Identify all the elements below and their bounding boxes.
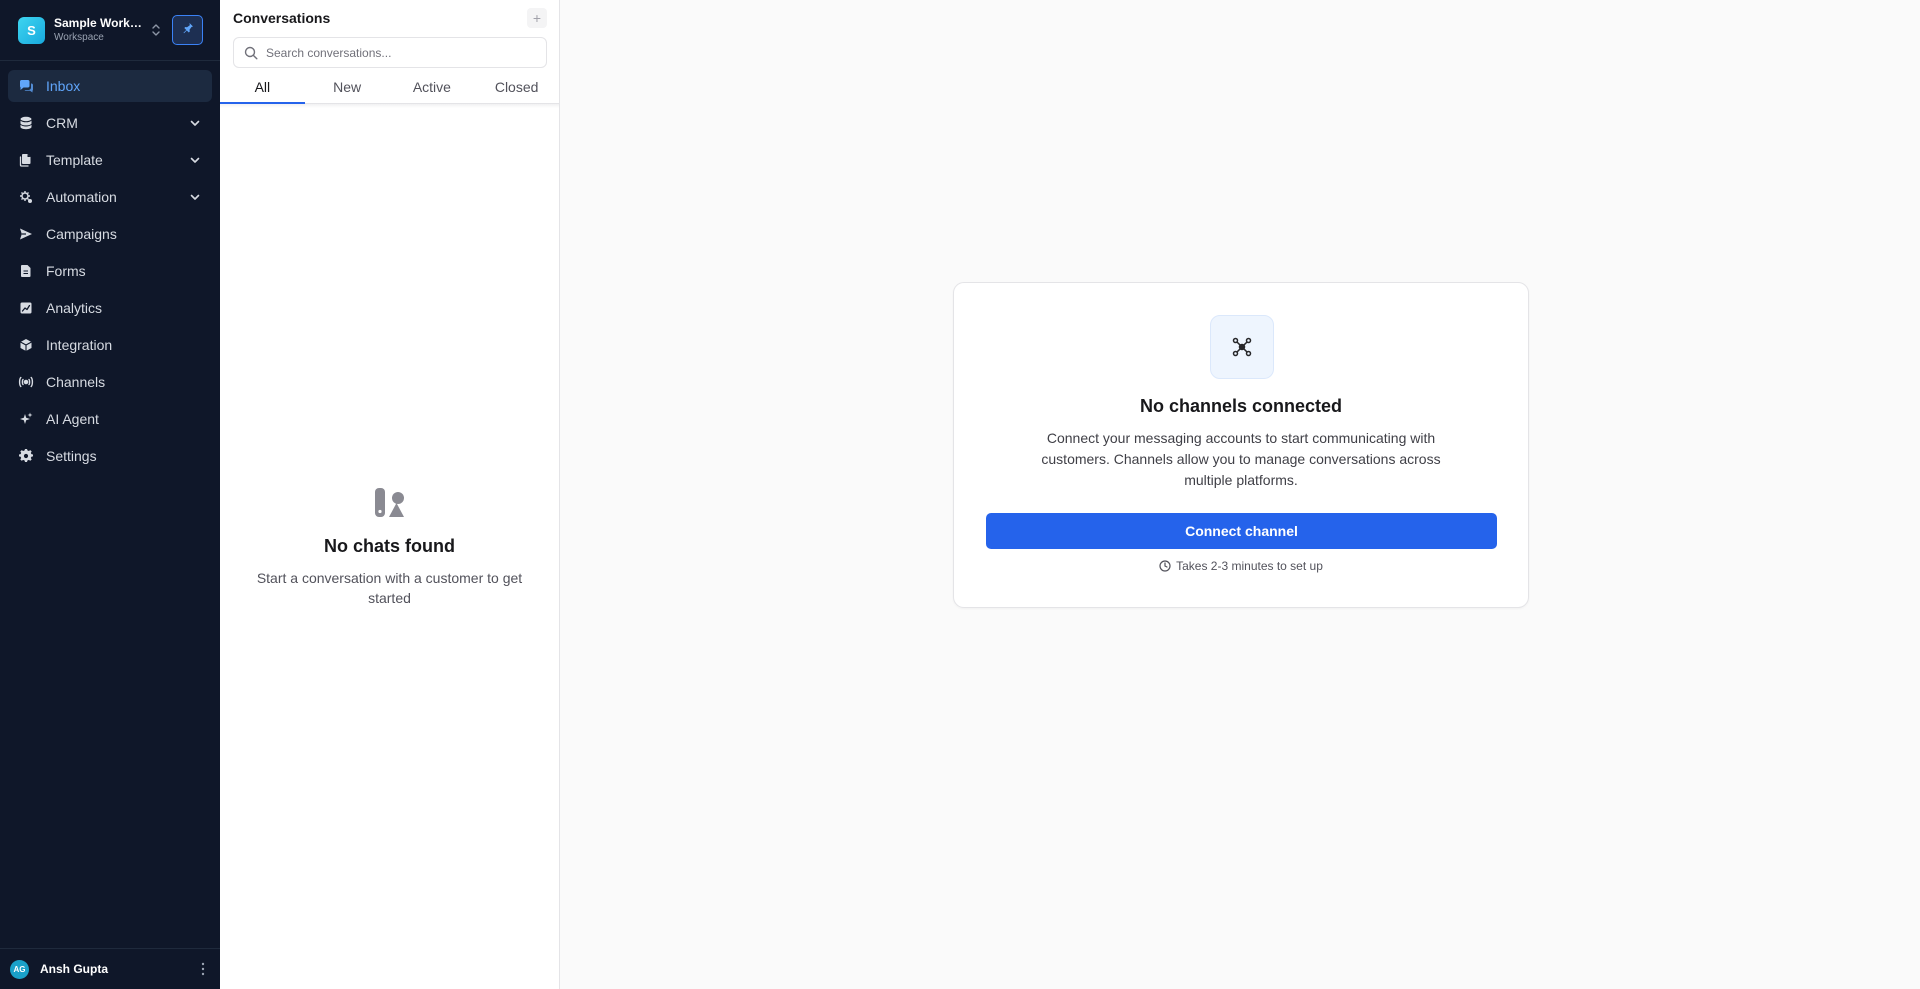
- conversations-title: Conversations: [233, 9, 331, 26]
- workspace-header: S Sample Workspace Workspace: [0, 0, 220, 61]
- no-channels-title: No channels connected: [1139, 396, 1343, 416]
- search-input[interactable]: [266, 45, 536, 60]
- no-channels-card: No channels connected Connect your messa…: [953, 282, 1529, 608]
- tab-active[interactable]: Active: [390, 79, 475, 103]
- nav-label-integration: Integration: [46, 337, 113, 353]
- nav-item-crm[interactable]: CRM: [8, 107, 212, 139]
- nav-label-inbox: Inbox: [46, 78, 81, 94]
- connect-channel-button[interactable]: Connect channel: [986, 513, 1497, 549]
- new-conversation-button[interactable]: +: [527, 7, 547, 28]
- empty-chats-state: No chats found Start a conversation with…: [220, 487, 559, 608]
- conversation-tabs: All New Active Closed: [220, 79, 559, 104]
- nav-label-campaigns: Campaigns: [46, 226, 117, 242]
- form-icon: [18, 263, 34, 279]
- conversations-header: Conversations +: [220, 0, 559, 35]
- pin-icon: [182, 21, 194, 39]
- empty-chats-description: Start a conversation with a customer to …: [256, 570, 523, 606]
- workspace-avatar[interactable]: S: [18, 16, 45, 44]
- box-icon: [18, 337, 34, 353]
- conversations-panel: Conversations + All New Active Closed No…: [220, 0, 560, 989]
- inbox-icon: [18, 78, 34, 94]
- no-channels-description: Connect your messaging accounts to start…: [1041, 430, 1441, 488]
- setup-note: Takes 2-3 minutes to set up: [954, 559, 1528, 573]
- more-vertical-icon[interactable]: [196, 961, 210, 977]
- nav-label-channels: Channels: [46, 374, 106, 390]
- search-icon: [244, 46, 258, 60]
- workspace-name: Sample Workspace: [54, 16, 142, 30]
- chevron-down-icon[interactable]: [188, 153, 202, 167]
- avatar[interactable]: AG: [10, 959, 29, 979]
- empty-chats-title: No chats found: [324, 536, 455, 556]
- nav-item-integration[interactable]: Integration: [8, 329, 212, 361]
- search-box[interactable]: [233, 37, 547, 68]
- nav-item-campaigns[interactable]: Campaigns: [8, 218, 212, 250]
- gear-icon: [18, 448, 34, 464]
- nav-item-ai-agent[interactable]: AI Agent: [8, 403, 212, 435]
- tab-new[interactable]: New: [305, 79, 390, 103]
- setup-note-text: Takes 2-3 minutes to set up: [1176, 559, 1323, 573]
- pin-sidebar-button[interactable]: [172, 15, 203, 45]
- tab-closed[interactable]: Closed: [474, 79, 559, 103]
- nav-label-settings: Settings: [46, 448, 97, 464]
- nav-label-forms: Forms: [46, 263, 86, 279]
- chevron-down-icon[interactable]: [188, 116, 202, 130]
- send-icon: [18, 226, 34, 242]
- nav-item-forms[interactable]: Forms: [8, 255, 212, 287]
- nav-item-analytics[interactable]: Analytics: [8, 292, 212, 324]
- main-content: No channels connected Connect your messa…: [561, 0, 1920, 989]
- sparkles-icon: [18, 411, 34, 427]
- chevron-down-icon[interactable]: [188, 190, 202, 204]
- nav-label-analytics: Analytics: [46, 300, 103, 316]
- nav-label-ai-agent: AI Agent: [46, 411, 99, 427]
- automation-icon: [18, 189, 34, 205]
- user-footer[interactable]: AG Ansh Gupta: [0, 948, 220, 989]
- chevrons-up-down-icon[interactable]: [148, 20, 164, 40]
- sidebar: S Sample Workspace Workspace Inbox CRM: [0, 0, 220, 989]
- chat-empty-icon: [220, 487, 559, 518]
- tabs-divider: [220, 104, 559, 108]
- nav-item-channels[interactable]: Channels: [8, 366, 212, 398]
- nav-item-inbox[interactable]: Inbox: [8, 70, 212, 102]
- nav-label-automation: Automation: [46, 189, 117, 205]
- files-icon: [18, 152, 34, 168]
- nav-item-automation[interactable]: Automation: [8, 181, 212, 213]
- workspace-label: Workspace: [54, 32, 104, 43]
- nav-item-settings[interactable]: Settings: [8, 440, 212, 472]
- clock-icon: [1159, 560, 1171, 572]
- channels-icon: [1210, 315, 1274, 379]
- analytics-icon: [18, 300, 34, 316]
- user-name: Ansh Gupta: [40, 962, 108, 976]
- main-nav: Inbox CRM Template Automation Campaigns …: [0, 61, 220, 948]
- tab-all[interactable]: All: [220, 79, 305, 104]
- workspace-switcher[interactable]: Sample Workspace Workspace: [54, 16, 142, 44]
- database-icon: [18, 115, 34, 131]
- nav-item-template[interactable]: Template: [8, 144, 212, 176]
- broadcast-icon: [18, 374, 34, 390]
- nav-label-crm: CRM: [46, 115, 78, 131]
- nav-label-template: Template: [46, 152, 103, 168]
